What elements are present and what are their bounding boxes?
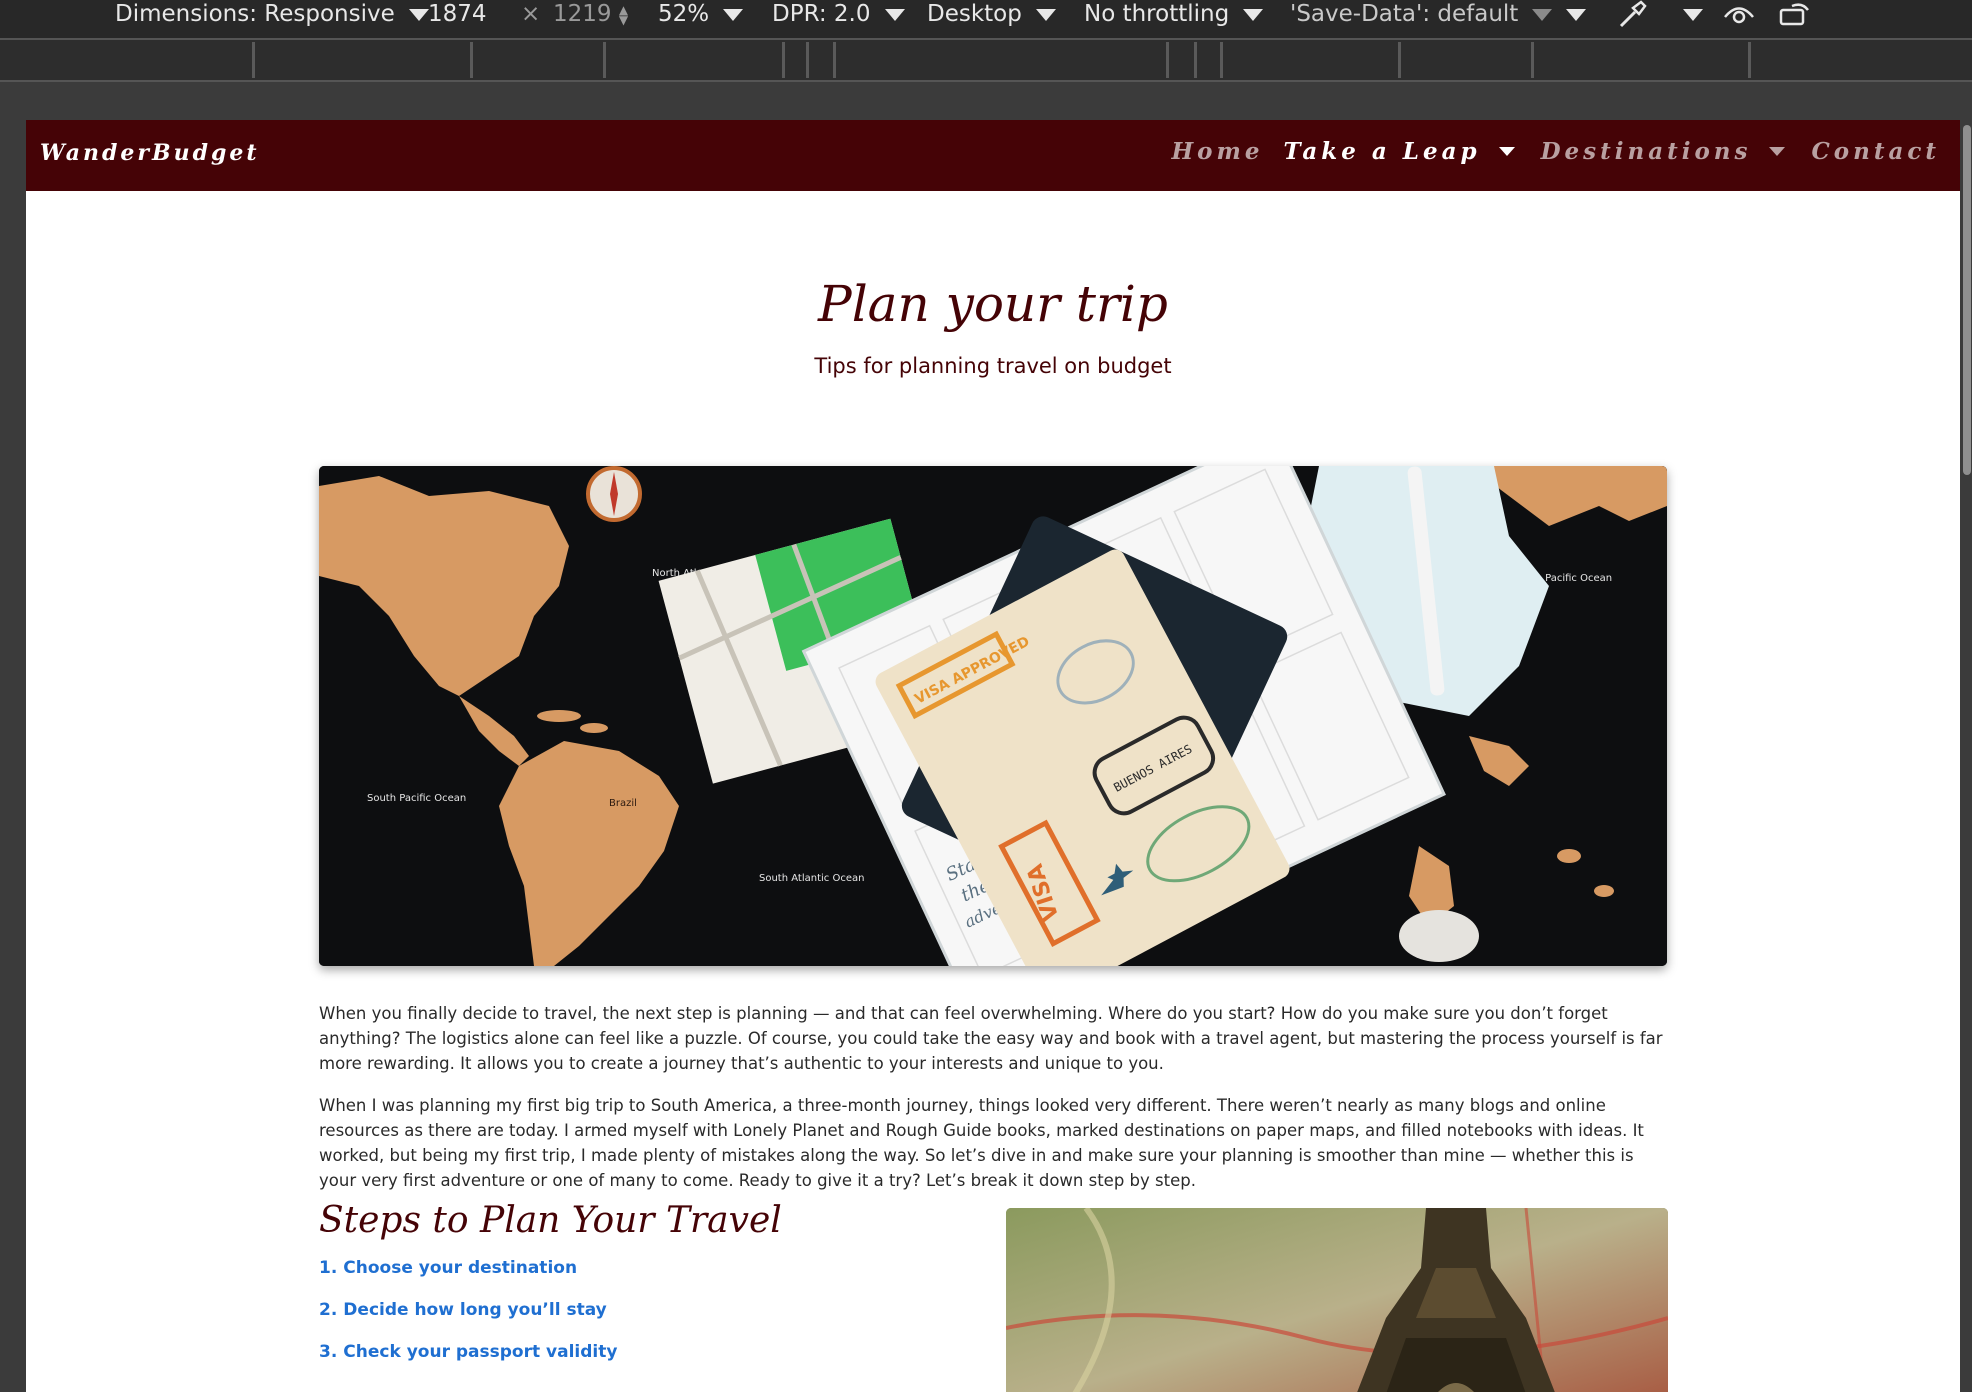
rotate-icon <box>1779 3 1809 26</box>
caret-down-icon <box>1769 147 1786 156</box>
step-link[interactable]: 2. Decide how long you’ll stay <box>319 1300 617 1342</box>
chevron-down-icon <box>1683 8 1703 21</box>
times-sign: × <box>521 1 541 27</box>
caret-down-icon <box>1498 147 1515 156</box>
media-query-ruler <box>0 38 1972 82</box>
hero-image: North Atlantic Ocean North Pacific Ocean… <box>319 466 1667 966</box>
map-label: Brazil <box>609 798 637 809</box>
height-input[interactable]: 1219 ▲ ▼ <box>553 0 628 30</box>
width-value: 1874 <box>428 1 487 27</box>
steps-heading: Steps to Plan Your Travel <box>319 1200 782 1241</box>
more-button[interactable] <box>1683 0 1703 30</box>
step-number: 2. <box>319 1300 338 1320</box>
map-label: South Atlantic Ocean <box>759 873 864 884</box>
nav-contact[interactable]: Contact <box>1811 138 1940 165</box>
dimensions-label: Dimensions: Responsive <box>115 1 395 27</box>
chevron-down-icon <box>723 8 744 21</box>
eyedropper-button[interactable] <box>1613 0 1647 30</box>
nav-take-a-leap-label: Take a Leap <box>1283 138 1481 165</box>
emulated-viewport: WanderBudget Home Take a Leap Destinatio… <box>26 120 1960 1392</box>
step-number: 1. <box>319 1258 338 1278</box>
chevron-down-icon <box>1532 8 1553 21</box>
step-label: Check your passport validity <box>343 1342 618 1362</box>
dpr-dropdown[interactable]: DPR: 2.0 <box>772 0 905 30</box>
nav-contact-label: Contact <box>1811 138 1940 165</box>
zoom-dropdown[interactable]: 52% <box>658 0 744 30</box>
throttling-dropdown[interactable]: No throttling <box>1084 0 1264 30</box>
nav-destinations-label: Destinations <box>1540 138 1752 165</box>
eiffel-tower-image <box>1006 1208 1668 1392</box>
dimensions-dropdown[interactable]: Dimensions: Responsive <box>115 0 429 30</box>
zoom-value: 52% <box>658 1 710 27</box>
step-link[interactable]: 3. Check your passport validity <box>319 1342 617 1384</box>
brand-logo[interactable]: WanderBudget <box>40 140 260 166</box>
save-data-value: 'Save-Data': default <box>1290 1 1519 27</box>
nav-home[interactable]: Home <box>1171 138 1263 165</box>
step-number: 3. <box>319 1342 338 1362</box>
eye-icon <box>1724 7 1754 24</box>
more-options-button[interactable] <box>1566 0 1586 30</box>
width-input[interactable]: 1874 <box>428 0 487 30</box>
intro-paragraph: When you finally decide to travel, the n… <box>319 1003 1663 1073</box>
chevron-down-icon <box>1566 8 1586 21</box>
chevron-down-icon <box>1243 8 1264 21</box>
nav-home-label: Home <box>1171 138 1264 165</box>
step-label: Choose your destination <box>343 1258 578 1278</box>
eyedropper-icon <box>1619 0 1647 28</box>
stepper-icon[interactable]: ▲ ▼ <box>619 4 628 26</box>
chevron-down-icon <box>884 8 905 21</box>
nav-take-a-leap[interactable]: Take a Leap <box>1283 138 1520 165</box>
map-label: South Pacific Ocean <box>367 793 466 804</box>
step-label: Decide how long you’ll stay <box>343 1300 607 1320</box>
devtools-device-toolbar: Dimensions: Responsive 1874 × 1219 ▲ ▼ 52… <box>0 0 1972 38</box>
nav-links: Home Take a Leap Destinations Contact <box>1151 138 1940 165</box>
scrollbar-thumb[interactable] <box>1963 125 1971 475</box>
chevron-down-icon <box>408 8 429 21</box>
height-value: 1219 <box>553 1 612 27</box>
save-data-dropdown[interactable]: 'Save-Data': default <box>1290 0 1553 30</box>
device-mode-value: Desktop <box>927 1 1022 27</box>
page-title: Plan your trip <box>818 275 1168 333</box>
step-link[interactable]: 1. Choose your destination <box>319 1258 617 1300</box>
throttling-value: No throttling <box>1084 1 1230 27</box>
page-subtitle: Tips for planning travel on budget <box>814 354 1172 378</box>
site-navbar: WanderBudget Home Take a Leap Destinatio… <box>26 120 1960 191</box>
dpr-value: DPR: 2.0 <box>772 1 871 27</box>
story-paragraph: When I was planning my first big trip to… <box>319 1095 1644 1190</box>
eye-button[interactable] <box>1722 0 1756 30</box>
device-mode-dropdown[interactable]: Desktop <box>927 0 1056 30</box>
rotate-button[interactable] <box>1778 0 1812 30</box>
nav-destinations[interactable]: Destinations <box>1541 138 1792 165</box>
steps-list: 1. Choose your destination 2. Decide how l… <box>319 1258 617 1384</box>
chevron-down-icon <box>1035 8 1056 21</box>
